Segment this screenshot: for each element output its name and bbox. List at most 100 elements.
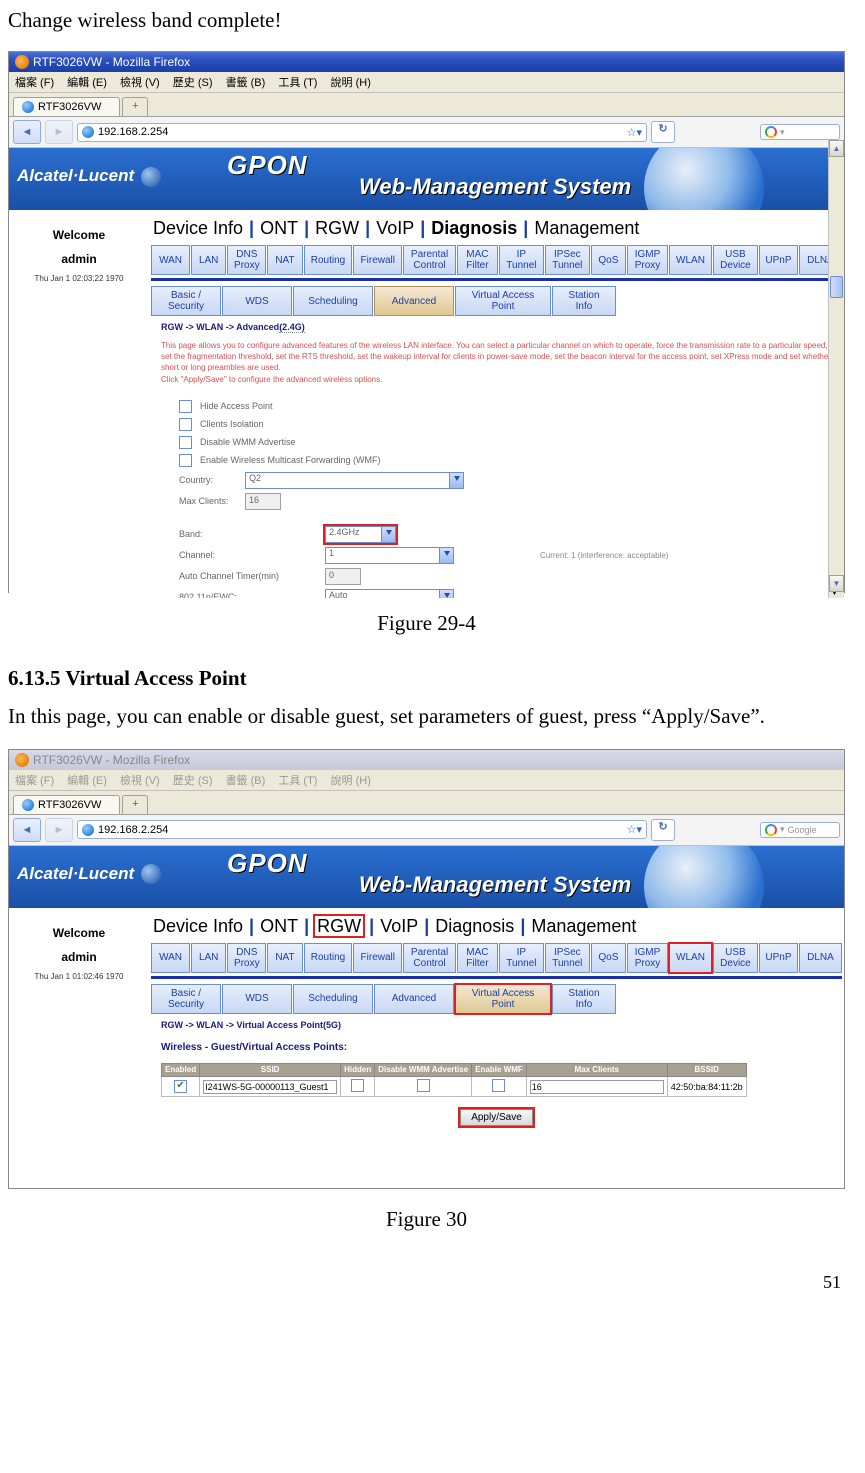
reload-button[interactable]: ↻ bbox=[651, 819, 675, 841]
section-nav-item[interactable]: RGW bbox=[315, 218, 359, 238]
menu-edit[interactable]: 編輯 (E) bbox=[67, 77, 107, 89]
tab-item[interactable]: Basic / Security bbox=[151, 286, 221, 316]
search-box[interactable]: ▾ Google bbox=[760, 822, 840, 838]
menu-edit[interactable]: 編輯 (E) bbox=[67, 775, 107, 787]
enable-wmf-checkbox[interactable] bbox=[492, 1079, 505, 1092]
tab-item[interactable]: Basic / Security bbox=[151, 984, 221, 1014]
address-bar[interactable]: 192.168.2.254 ☆▾ bbox=[77, 123, 647, 142]
address-bar[interactable]: 192.168.2.254 ☆▾ bbox=[77, 820, 647, 839]
band-select[interactable]: 2.4GHz bbox=[325, 526, 396, 543]
window-scrollbar[interactable]: ▲ ▼ bbox=[828, 140, 844, 592]
tab-item[interactable]: Routing bbox=[304, 245, 353, 275]
scroll-thumb[interactable] bbox=[830, 276, 843, 298]
new-tab-button[interactable]: + bbox=[122, 795, 148, 814]
bookmark-star-icon[interactable]: ☆▾ bbox=[627, 823, 642, 836]
auto-channel-timer-input[interactable]: 0 bbox=[325, 568, 361, 585]
menu-view[interactable]: 檢視 (V) bbox=[120, 775, 160, 787]
max-clients-input[interactable]: 16 bbox=[245, 493, 281, 510]
tab-item[interactable]: WAN bbox=[151, 245, 190, 275]
tab-item[interactable]: MAC Filter bbox=[457, 245, 498, 275]
tab-item[interactable]: IPSec Tunnel bbox=[545, 943, 590, 973]
reload-button[interactable]: ↻ bbox=[651, 121, 675, 143]
tab-item[interactable]: Virtual Access Point bbox=[455, 984, 551, 1014]
checkbox[interactable] bbox=[179, 436, 192, 449]
apply-save-button[interactable]: Apply/Save bbox=[460, 1109, 533, 1126]
tab-item[interactable]: DNS Proxy bbox=[227, 245, 266, 275]
tab-item[interactable]: Parental Control bbox=[403, 943, 456, 973]
menu-bookmarks[interactable]: 書籤 (B) bbox=[226, 77, 266, 89]
section-nav-item[interactable]: RGW bbox=[315, 916, 363, 936]
tab-item[interactable]: Firewall bbox=[353, 943, 402, 973]
tab-item[interactable]: IP Tunnel bbox=[499, 943, 544, 973]
tab-item[interactable]: Virtual Access Point bbox=[455, 286, 551, 316]
section-nav-item[interactable]: Management bbox=[534, 218, 639, 238]
section-nav-item[interactable]: VoIP bbox=[380, 916, 418, 936]
forward-button[interactable]: ► bbox=[45, 120, 73, 144]
tab-item[interactable]: IGMP Proxy bbox=[627, 943, 668, 973]
scroll-down-icon[interactable]: ▼ bbox=[829, 575, 844, 592]
tab-item[interactable]: Scheduling bbox=[293, 984, 373, 1014]
tab-item[interactable]: Advanced bbox=[374, 286, 454, 316]
tab-item[interactable]: Routing bbox=[304, 943, 353, 973]
back-button[interactable]: ◄ bbox=[13, 818, 41, 842]
browser-tab[interactable]: RTF3026VW bbox=[13, 795, 120, 814]
tab-item[interactable]: QoS bbox=[591, 245, 626, 275]
menubar[interactable]: 檔案 (F) 編輯 (E) 檢視 (V) 歷史 (S) 書籤 (B) 工具 (T… bbox=[9, 72, 844, 93]
enabled-checkbox[interactable] bbox=[174, 1080, 187, 1093]
tab-item[interactable]: Station Info bbox=[552, 984, 616, 1014]
back-button[interactable]: ◄ bbox=[13, 120, 41, 144]
tab-item[interactable]: WDS bbox=[222, 984, 292, 1014]
forward-button[interactable]: ► bbox=[45, 818, 73, 842]
section-nav-item[interactable]: Device Info bbox=[153, 218, 243, 238]
tab-item[interactable]: NAT bbox=[267, 245, 302, 275]
country-select[interactable]: Q2 bbox=[245, 472, 464, 489]
checkbox[interactable] bbox=[179, 400, 192, 413]
scroll-up-icon[interactable]: ▲ bbox=[829, 140, 844, 157]
tab-item[interactable]: Parental Control bbox=[403, 245, 456, 275]
tab-item[interactable]: QoS bbox=[591, 943, 626, 973]
tab-item[interactable]: WLAN bbox=[669, 245, 712, 275]
tab-item[interactable]: LAN bbox=[191, 943, 226, 973]
tab-item[interactable]: MAC Filter bbox=[457, 943, 498, 973]
menu-tools[interactable]: 工具 (T) bbox=[278, 775, 317, 787]
menu-help[interactable]: 說明 (H) bbox=[331, 775, 371, 787]
tab-item[interactable]: Advanced bbox=[374, 984, 454, 1014]
ssid-input[interactable] bbox=[203, 1080, 337, 1094]
tab-item[interactable]: Firewall bbox=[353, 245, 402, 275]
menu-view[interactable]: 檢視 (V) bbox=[120, 77, 160, 89]
tab-item[interactable]: IGMP Proxy bbox=[627, 245, 668, 275]
tab-item[interactable]: USB Device bbox=[713, 943, 758, 973]
ewc-select[interactable]: Auto bbox=[325, 589, 454, 598]
menubar[interactable]: 檔案 (F) 編輯 (E) 檢視 (V) 歷史 (S) 書籤 (B) 工具 (T… bbox=[9, 770, 844, 791]
menu-history[interactable]: 歷史 (S) bbox=[173, 775, 213, 787]
tab-item[interactable]: IP Tunnel bbox=[499, 245, 544, 275]
tab-item[interactable]: WAN bbox=[151, 943, 190, 973]
section-nav-item[interactable]: Diagnosis bbox=[431, 218, 517, 238]
menu-bookmarks[interactable]: 書籤 (B) bbox=[226, 775, 266, 787]
tab-item[interactable]: DNS Proxy bbox=[227, 943, 266, 973]
tab-item[interactable]: Scheduling bbox=[293, 286, 373, 316]
tab-item[interactable]: WLAN bbox=[669, 943, 712, 973]
checkbox[interactable] bbox=[179, 418, 192, 431]
tab-item[interactable]: LAN bbox=[191, 245, 226, 275]
section-nav-item[interactable]: Management bbox=[531, 916, 636, 936]
tab-item[interactable]: IPSec Tunnel bbox=[545, 245, 590, 275]
section-nav-item[interactable]: ONT bbox=[260, 916, 298, 936]
search-box[interactable]: ▾ bbox=[760, 124, 840, 140]
disable-wmm-checkbox[interactable] bbox=[417, 1079, 430, 1092]
menu-history[interactable]: 歷史 (S) bbox=[173, 77, 213, 89]
tab-item[interactable]: UPnP bbox=[759, 943, 798, 973]
bookmark-star-icon[interactable]: ☆▾ bbox=[627, 126, 642, 139]
tab-item[interactable]: Station Info bbox=[552, 286, 616, 316]
menu-help[interactable]: 說明 (H) bbox=[331, 77, 371, 89]
browser-tab[interactable]: RTF3026VW bbox=[13, 97, 120, 116]
tab-item[interactable]: NAT bbox=[267, 943, 302, 973]
tab-item[interactable]: UPnP bbox=[759, 245, 798, 275]
hidden-checkbox[interactable] bbox=[351, 1079, 364, 1092]
menu-tools[interactable]: 工具 (T) bbox=[278, 77, 317, 89]
new-tab-button[interactable]: + bbox=[122, 97, 148, 116]
section-nav-item[interactable]: Device Info bbox=[153, 916, 243, 936]
tab-item[interactable]: USB Device bbox=[713, 245, 758, 275]
max-clients-input[interactable] bbox=[530, 1080, 664, 1094]
checkbox[interactable] bbox=[179, 454, 192, 467]
